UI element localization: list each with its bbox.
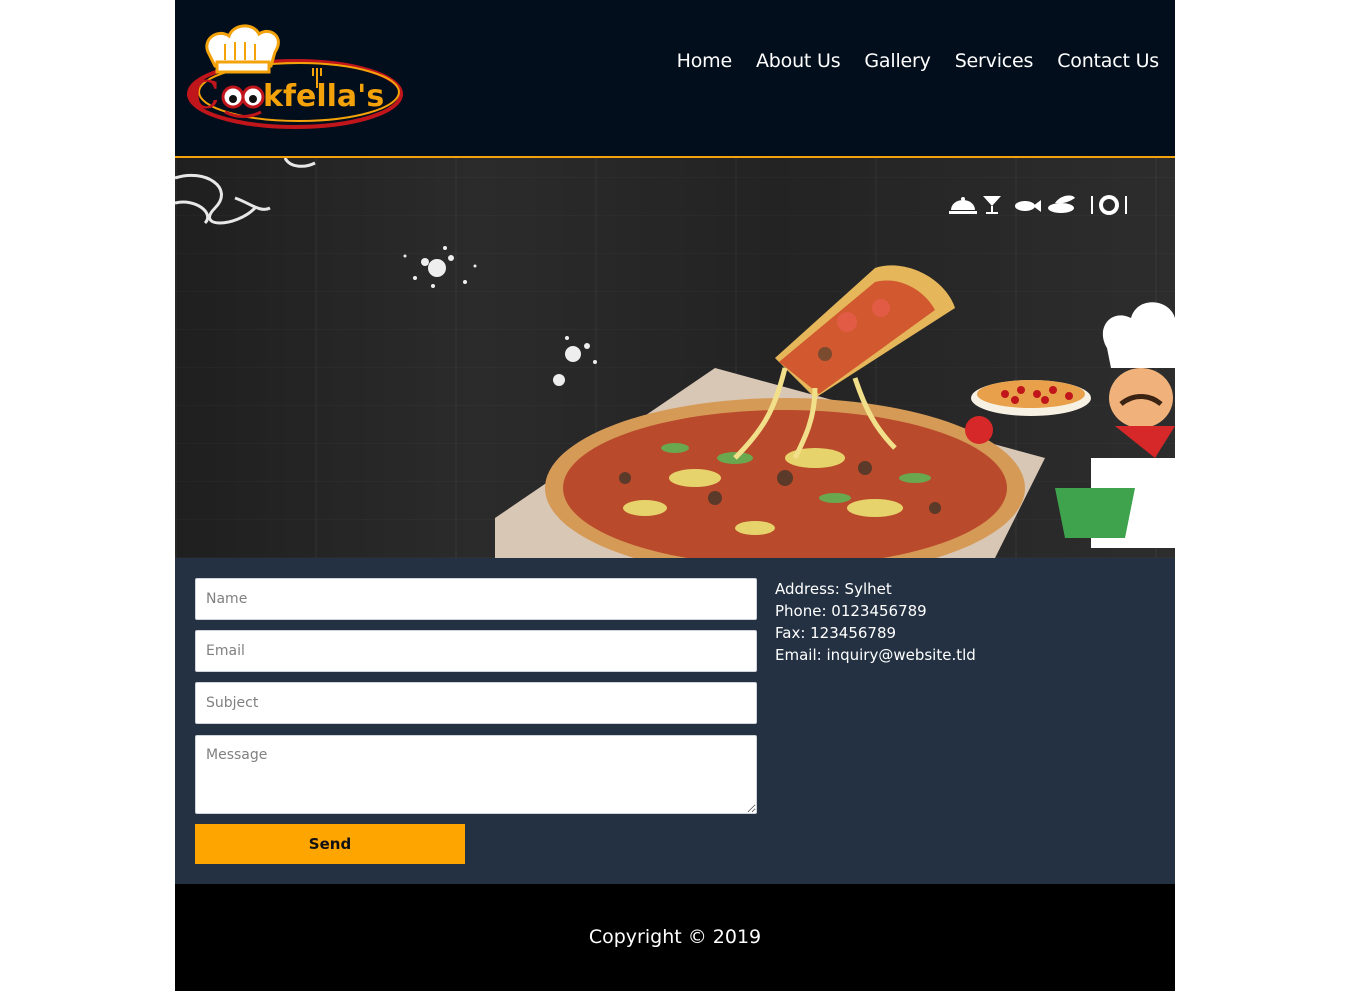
email-input[interactable] <box>195 630 757 672</box>
contact-section: Send Address: Sylhet Phone: 0123456789 F… <box>175 558 1175 884</box>
subject-input[interactable] <box>195 682 757 724</box>
paint-splatter-decoration <box>403 246 597 386</box>
nav-about-us[interactable]: About Us <box>756 50 841 72</box>
site-header: C kfella's Home About Us Gallery Service… <box>175 0 1175 158</box>
site-footer: Copyright © 2019 <box>175 884 1175 991</box>
pizza-illustration <box>495 265 1045 558</box>
nav-services[interactable]: Services <box>955 50 1034 72</box>
cutlery-plate-icon <box>1091 195 1127 215</box>
cloche-icon <box>949 197 977 214</box>
fish-icon <box>1015 200 1041 212</box>
page: C kfella's Home About Us Gallery Service… <box>175 0 1175 991</box>
send-button[interactable]: Send <box>195 824 465 864</box>
address-text: Address: Sylhet <box>775 580 892 598</box>
nav-contact-us[interactable]: Contact Us <box>1057 50 1159 72</box>
name-input[interactable] <box>195 578 757 620</box>
nav-gallery[interactable]: Gallery <box>864 50 930 72</box>
fax-text: Fax: 123456789 <box>775 624 897 642</box>
svg-text:kfella's: kfella's <box>263 79 384 114</box>
phone-text: Phone: 0123456789 <box>775 602 927 620</box>
cookfellas-logo[interactable]: C kfella's <box>187 18 411 132</box>
message-textarea[interactable] <box>195 735 757 814</box>
food-icons-row <box>949 195 1127 215</box>
svg-text:C: C <box>189 72 219 117</box>
cocktail-icon <box>983 196 1001 214</box>
leaf-dish-icon <box>1048 195 1075 213</box>
hero-banner <box>175 158 1175 558</box>
ornament-decoration <box>175 158 316 225</box>
contact-info: Address: Sylhet Phone: 0123456789 Fax: 1… <box>775 578 976 666</box>
email-text: Email: inquiry@website.tld <box>775 646 976 664</box>
main-nav: Home About Us Gallery Services Contact U… <box>653 50 1160 72</box>
nav-home[interactable]: Home <box>677 50 733 72</box>
copyright-text: Copyright © 2019 <box>588 926 762 948</box>
